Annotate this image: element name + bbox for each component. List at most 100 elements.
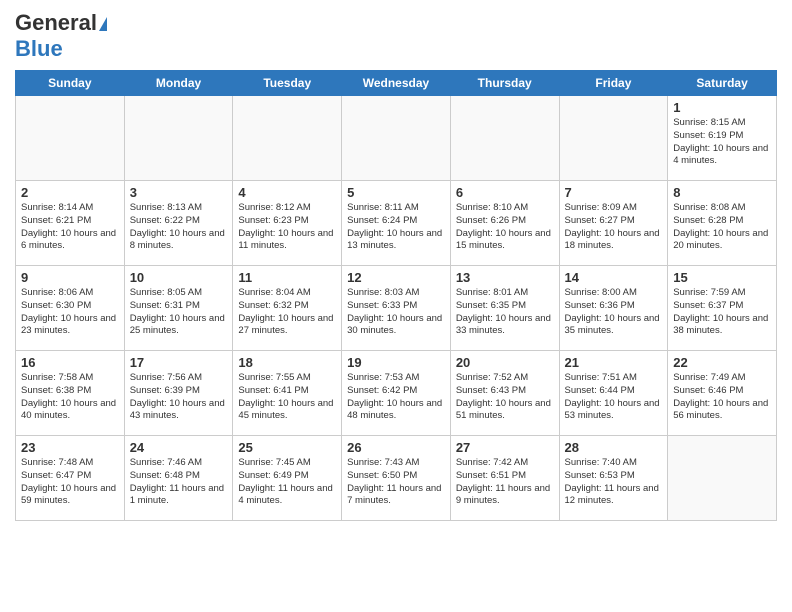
day-info: Sunrise: 7:51 AM Sunset: 6:44 PM Dayligh… [565, 372, 663, 423]
day-number: 28 [565, 440, 663, 455]
day-info: Sunrise: 8:13 AM Sunset: 6:22 PM Dayligh… [130, 202, 228, 253]
calendar-cell [16, 96, 125, 181]
day-info: Sunrise: 7:40 AM Sunset: 6:53 PM Dayligh… [565, 457, 663, 508]
day-number: 6 [456, 185, 554, 200]
calendar-cell [559, 96, 668, 181]
calendar-cell: 18 Sunrise: 7:55 AM Sunset: 6:41 PM Dayli… [233, 351, 342, 436]
calendar-cell [450, 96, 559, 181]
day-number: 25 [238, 440, 336, 455]
day-header-saturday: Saturday [668, 71, 777, 96]
logo: General Blue [15, 10, 107, 62]
logo-general: General [15, 10, 107, 36]
day-info: Sunrise: 7:58 AM Sunset: 6:38 PM Dayligh… [21, 372, 119, 423]
day-number: 5 [347, 185, 445, 200]
day-info: Sunrise: 7:53 AM Sunset: 6:42 PM Dayligh… [347, 372, 445, 423]
calendar-cell: 22Sunrise: 7:49 AM Sunset: 6:46 PM Dayli… [668, 351, 777, 436]
calendar-cell: 11 Sunrise: 8:04 AM Sunset: 6:32 PM Dayli… [233, 266, 342, 351]
calendar-cell: 10Sunrise: 8:05 AM Sunset: 6:31 PM Dayli… [124, 266, 233, 351]
day-info: Sunrise: 7:42 AM Sunset: 6:51 PM Dayligh… [456, 457, 554, 508]
calendar-cell: 2 Sunrise: 8:14 AM Sunset: 6:21 PM Daylig… [16, 181, 125, 266]
day-info: Sunrise: 8:03 AM Sunset: 6:33 PM Dayligh… [347, 287, 445, 338]
day-info: Sunrise: 8:04 AM Sunset: 6:32 PM Dayligh… [238, 287, 336, 338]
calendar-cell: 12 Sunrise: 8:03 AM Sunset: 6:33 PM Dayli… [342, 266, 451, 351]
day-number: 18 [238, 355, 336, 370]
calendar-cell: 27Sunrise: 7:42 AM Sunset: 6:51 PM Dayli… [450, 436, 559, 521]
week-row-0: 1 Sunrise: 8:15 AM Sunset: 6:19 PM Daylig… [16, 96, 777, 181]
day-number: 13 [456, 270, 554, 285]
day-info: Sunrise: 7:59 AM Sunset: 6:37 PM Dayligh… [673, 287, 771, 338]
day-info: Sunrise: 7:52 AM Sunset: 6:43 PM Dayligh… [456, 372, 554, 423]
week-row-2: 9 Sunrise: 8:06 AM Sunset: 6:30 PM Daylig… [16, 266, 777, 351]
day-info: Sunrise: 8:15 AM Sunset: 6:19 PM Dayligh… [673, 117, 771, 168]
day-info: Sunrise: 7:56 AM Sunset: 6:39 PM Dayligh… [130, 372, 228, 423]
day-number: 26 [347, 440, 445, 455]
day-info: Sunrise: 7:43 AM Sunset: 6:50 PM Dayligh… [347, 457, 445, 508]
calendar-cell: 16Sunrise: 7:58 AM Sunset: 6:38 PM Dayli… [16, 351, 125, 436]
day-header-tuesday: Tuesday [233, 71, 342, 96]
day-number: 7 [565, 185, 663, 200]
week-row-1: 2 Sunrise: 8:14 AM Sunset: 6:21 PM Daylig… [16, 181, 777, 266]
calendar-cell: 14 Sunrise: 8:00 AM Sunset: 6:36 PM Dayli… [559, 266, 668, 351]
day-number: 14 [565, 270, 663, 285]
day-info: Sunrise: 7:55 AM Sunset: 6:41 PM Dayligh… [238, 372, 336, 423]
day-number: 23 [21, 440, 119, 455]
day-header-thursday: Thursday [450, 71, 559, 96]
calendar-cell: 19 Sunrise: 7:53 AM Sunset: 6:42 PM Dayli… [342, 351, 451, 436]
day-info: Sunrise: 7:45 AM Sunset: 6:49 PM Dayligh… [238, 457, 336, 508]
calendar-cell: 7Sunrise: 8:09 AM Sunset: 6:27 PM Daylig… [559, 181, 668, 266]
day-number: 4 [238, 185, 336, 200]
day-number: 15 [673, 270, 771, 285]
calendar-cell: 13 Sunrise: 8:01 AM Sunset: 6:35 PM Dayli… [450, 266, 559, 351]
day-number: 24 [130, 440, 228, 455]
day-info: Sunrise: 8:08 AM Sunset: 6:28 PM Dayligh… [673, 202, 771, 253]
page: General Blue SundayMondayTuesdayWednesda… [0, 0, 792, 612]
calendar-cell: 9 Sunrise: 8:06 AM Sunset: 6:30 PM Daylig… [16, 266, 125, 351]
day-number: 20 [456, 355, 554, 370]
day-number: 21 [565, 355, 663, 370]
day-info: Sunrise: 8:11 AM Sunset: 6:24 PM Dayligh… [347, 202, 445, 253]
day-header-monday: Monday [124, 71, 233, 96]
calendar-header-row: SundayMondayTuesdayWednesdayThursdayFrid… [16, 71, 777, 96]
day-number: 1 [673, 100, 771, 115]
calendar-cell: 15 Sunrise: 7:59 AM Sunset: 6:37 PM Dayli… [668, 266, 777, 351]
day-number: 17 [130, 355, 228, 370]
calendar-cell: 17 Sunrise: 7:56 AM Sunset: 6:39 PM Dayli… [124, 351, 233, 436]
day-number: 12 [347, 270, 445, 285]
logo-blue: Blue [15, 36, 63, 62]
week-row-4: 23 Sunrise: 7:48 AM Sunset: 6:47 PM Dayli… [16, 436, 777, 521]
day-header-wednesday: Wednesday [342, 71, 451, 96]
calendar-cell: 28 Sunrise: 7:40 AM Sunset: 6:53 PM Dayli… [559, 436, 668, 521]
calendar-cell [124, 96, 233, 181]
day-info: Sunrise: 8:10 AM Sunset: 6:26 PM Dayligh… [456, 202, 554, 253]
day-info: Sunrise: 8:12 AM Sunset: 6:23 PM Dayligh… [238, 202, 336, 253]
header: General Blue [15, 10, 777, 62]
calendar-table: SundayMondayTuesdayWednesdayThursdayFrid… [15, 70, 777, 521]
calendar-cell: 24Sunrise: 7:46 AM Sunset: 6:48 PM Dayli… [124, 436, 233, 521]
day-number: 9 [21, 270, 119, 285]
calendar-cell: 6 Sunrise: 8:10 AM Sunset: 6:26 PM Daylig… [450, 181, 559, 266]
calendar-cell: 23 Sunrise: 7:48 AM Sunset: 6:47 PM Dayli… [16, 436, 125, 521]
day-number: 3 [130, 185, 228, 200]
day-info: Sunrise: 8:14 AM Sunset: 6:21 PM Dayligh… [21, 202, 119, 253]
calendar-cell: 21 Sunrise: 7:51 AM Sunset: 6:44 PM Dayli… [559, 351, 668, 436]
day-info: Sunrise: 7:48 AM Sunset: 6:47 PM Dayligh… [21, 457, 119, 508]
day-number: 2 [21, 185, 119, 200]
day-info: Sunrise: 7:49 AM Sunset: 6:46 PM Dayligh… [673, 372, 771, 423]
calendar-cell: 26 Sunrise: 7:43 AM Sunset: 6:50 PM Dayli… [342, 436, 451, 521]
day-number: 10 [130, 270, 228, 285]
calendar-cell [342, 96, 451, 181]
calendar-cell: 3 Sunrise: 8:13 AM Sunset: 6:22 PM Daylig… [124, 181, 233, 266]
calendar-cell: 1 Sunrise: 8:15 AM Sunset: 6:19 PM Daylig… [668, 96, 777, 181]
day-info: Sunrise: 8:00 AM Sunset: 6:36 PM Dayligh… [565, 287, 663, 338]
day-info: Sunrise: 8:06 AM Sunset: 6:30 PM Dayligh… [21, 287, 119, 338]
day-number: 19 [347, 355, 445, 370]
calendar-cell: 4 Sunrise: 8:12 AM Sunset: 6:23 PM Daylig… [233, 181, 342, 266]
day-header-sunday: Sunday [16, 71, 125, 96]
calendar-cell: 20 Sunrise: 7:52 AM Sunset: 6:43 PM Dayli… [450, 351, 559, 436]
day-number: 11 [238, 270, 336, 285]
calendar-cell: 8 Sunrise: 8:08 AM Sunset: 6:28 PM Daylig… [668, 181, 777, 266]
day-header-friday: Friday [559, 71, 668, 96]
calendar-cell [233, 96, 342, 181]
day-info: Sunrise: 8:01 AM Sunset: 6:35 PM Dayligh… [456, 287, 554, 338]
day-number: 8 [673, 185, 771, 200]
